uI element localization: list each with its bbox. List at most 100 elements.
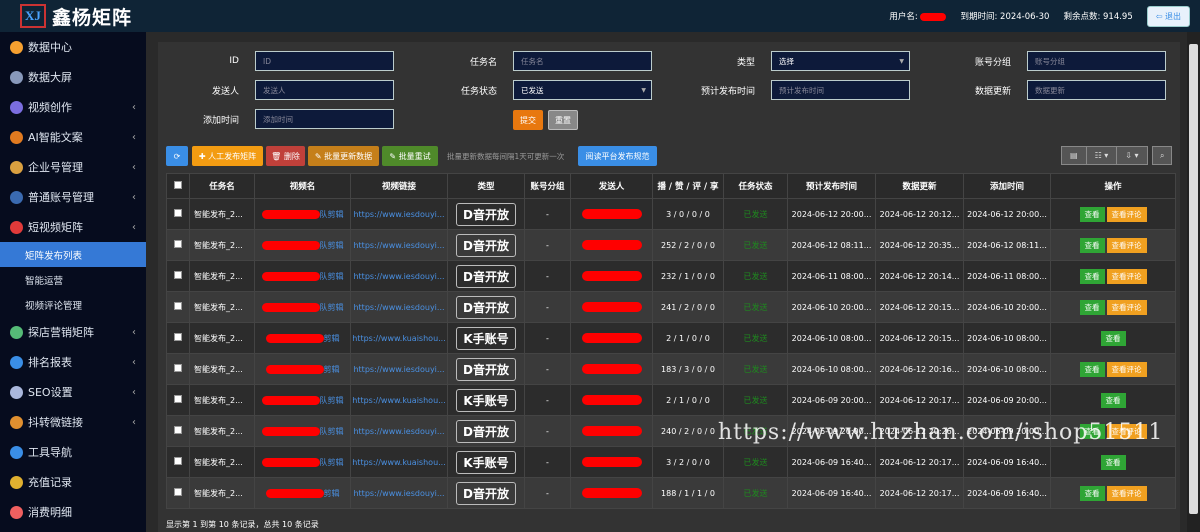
sidebar-item[interactable]: 探店营销矩阵 ‹ (0, 317, 146, 347)
download-icon[interactable]: ⇩ ▾ (1117, 147, 1146, 164)
view-comments-button[interactable]: 查看评论 (1106, 237, 1147, 253)
platform-type: K手账号 (447, 446, 525, 478)
row-checkbox[interactable] (166, 415, 190, 447)
row-checkbox[interactable] (166, 260, 190, 292)
refresh-button[interactable]: ⟳ (166, 146, 188, 166)
sidebar-item[interactable]: 短视频矩阵 ‹ (0, 212, 146, 242)
video-link[interactable]: https://www.iesdouyi... (350, 353, 448, 385)
video-name[interactable]: 队剪辑 (254, 384, 351, 416)
sidebar-item[interactable]: 企业号管理 ‹ (0, 152, 146, 182)
row-checkbox[interactable] (166, 229, 190, 261)
sidebar-item[interactable]: 充值记录 (0, 467, 146, 497)
sidebar-subitem[interactable]: 视频评论管理 (0, 292, 146, 317)
video-name[interactable]: 队剪辑 (254, 446, 351, 478)
video-name[interactable]: 队剪辑 (254, 291, 351, 323)
video-name[interactable]: 队剪辑 (254, 415, 351, 447)
publish-rules-button[interactable]: 阅读平台发布规范 (578, 146, 657, 166)
video-name[interactable]: 剪辑 (254, 477, 351, 509)
video-link[interactable]: https://www.kuaishou... (350, 322, 448, 354)
video-link[interactable]: https://www.kuaishou... (350, 446, 448, 478)
batch-retry-button[interactable]: ✎ 批量重试 (382, 146, 438, 166)
sidebar-subitem[interactable]: 智能运营 (0, 267, 146, 292)
row-checkbox[interactable] (166, 322, 190, 354)
status-select[interactable]: 已发送 ▼ (513, 80, 652, 100)
delete-button[interactable]: 🗑 删除 (266, 146, 305, 166)
view-comments-button[interactable]: 查看评论 (1106, 485, 1147, 501)
sender (570, 291, 653, 323)
view-button[interactable]: 查看 (1079, 206, 1105, 222)
sidebar-item-label: 普通账号管理 (28, 191, 94, 204)
menu-icon (10, 100, 23, 114)
stats: 252 / 2 / 0 / 0 (652, 229, 724, 261)
reset-button[interactable]: 重置 (548, 110, 578, 130)
row-checkbox[interactable] (166, 446, 190, 478)
id-input[interactable]: ID (255, 51, 394, 71)
sidebar-item[interactable]: 抖转微链接 ‹ (0, 407, 146, 437)
video-link[interactable]: https://www.iesdouyi... (350, 477, 448, 509)
select-all-checkbox[interactable] (166, 173, 190, 199)
video-name[interactable]: 剪辑 (254, 322, 351, 354)
sidebar-item[interactable]: SEO设置 ‹ (0, 377, 146, 407)
view-button[interactable]: 查看 (1079, 485, 1105, 501)
sender-input[interactable]: 发送人 (255, 80, 394, 100)
sidebar-item[interactable]: 排名报表 ‹ (0, 347, 146, 377)
export-icon[interactable]: ▤ (1062, 147, 1087, 164)
video-link[interactable]: https://www.kuaishou... (350, 384, 448, 416)
view-button[interactable]: 查看 (1079, 299, 1105, 315)
view-comments-button[interactable]: 查看评论 (1106, 206, 1147, 222)
sidebar-subitem[interactable]: 矩阵发布列表 (0, 242, 146, 267)
table-tools: ▤ ☷ ▾ ⇩ ▾ (1061, 146, 1148, 165)
video-name[interactable]: 队剪辑 (254, 260, 351, 292)
video-link[interactable]: https://www.iesdouyi... (350, 229, 448, 261)
view-comments-button[interactable]: 查看评论 (1106, 268, 1147, 284)
submit-button[interactable]: 提交 (513, 110, 543, 130)
plan-time: 2024-06-12 20:00... (787, 198, 876, 230)
view-comments-button[interactable]: 查看评论 (1106, 423, 1147, 439)
row-checkbox[interactable] (166, 198, 190, 230)
scrollbar[interactable] (1187, 32, 1200, 532)
search-icon[interactable]: ⌕ (1152, 146, 1173, 165)
platform-type: K手账号 (447, 322, 525, 354)
sidebar-item[interactable]: 工具导航 (0, 437, 146, 467)
columns-icon[interactable]: ☷ ▾ (1087, 147, 1118, 164)
view-button[interactable]: 查看 (1100, 392, 1126, 408)
view-button[interactable]: 查看 (1100, 454, 1126, 470)
row-checkbox[interactable] (166, 477, 190, 509)
row-checkbox[interactable] (166, 384, 190, 416)
task-name-input[interactable]: 任务名 (513, 51, 652, 71)
account-group-input[interactable]: 账号分组 (1027, 51, 1166, 71)
view-comments-button[interactable]: 查看评论 (1106, 361, 1147, 377)
video-link[interactable]: https://www.iesdouyi... (350, 291, 448, 323)
video-name[interactable]: 剪辑 (254, 353, 351, 385)
chevron-left-icon: ‹ (132, 386, 136, 398)
menu-icon (10, 415, 23, 429)
logout-button[interactable]: ⇦ 退出 (1146, 5, 1190, 27)
batch-update-button[interactable]: ✎ 批量更新数据 (308, 146, 379, 166)
row-checkbox[interactable] (166, 291, 190, 323)
data-update-input[interactable]: 数据更新 (1027, 80, 1166, 100)
type-select[interactable]: 选择 ▼ (771, 51, 910, 71)
sidebar-item[interactable]: 视频创作 ‹ (0, 92, 146, 122)
sidebar-item[interactable]: 数据大屏 (0, 62, 146, 92)
sidebar-item[interactable]: 普通账号管理 ‹ (0, 182, 146, 212)
row-checkbox[interactable] (166, 353, 190, 385)
video-link[interactable]: https://www.iesdouyi... (350, 198, 448, 230)
video-name[interactable]: 队剪辑 (254, 198, 351, 230)
column-header: 任务状态 (723, 173, 788, 199)
sender (570, 198, 653, 230)
view-comments-button[interactable]: 查看评论 (1106, 299, 1147, 315)
view-button[interactable]: 查看 (1079, 268, 1105, 284)
sidebar-item[interactable]: AI智能文案 ‹ (0, 122, 146, 152)
view-button[interactable]: 查看 (1079, 423, 1105, 439)
video-link[interactable]: https://www.iesdouyi... (350, 260, 448, 292)
view-button[interactable]: 查看 (1079, 237, 1105, 253)
view-button[interactable]: 查看 (1079, 361, 1105, 377)
plan-time-input[interactable]: 预计发布时间 (771, 80, 910, 100)
sidebar-item[interactable]: 数据中心 (0, 32, 146, 62)
add-time-input[interactable]: 添加时间 (255, 109, 394, 129)
sidebar-item[interactable]: 消费明细 (0, 497, 146, 527)
manual-publish-button[interactable]: ✚ 人工发布矩阵 (192, 146, 263, 166)
view-button[interactable]: 查看 (1100, 330, 1126, 346)
video-link[interactable]: https://www.iesdouyi... (350, 415, 448, 447)
video-name[interactable]: 队剪辑 (254, 229, 351, 261)
